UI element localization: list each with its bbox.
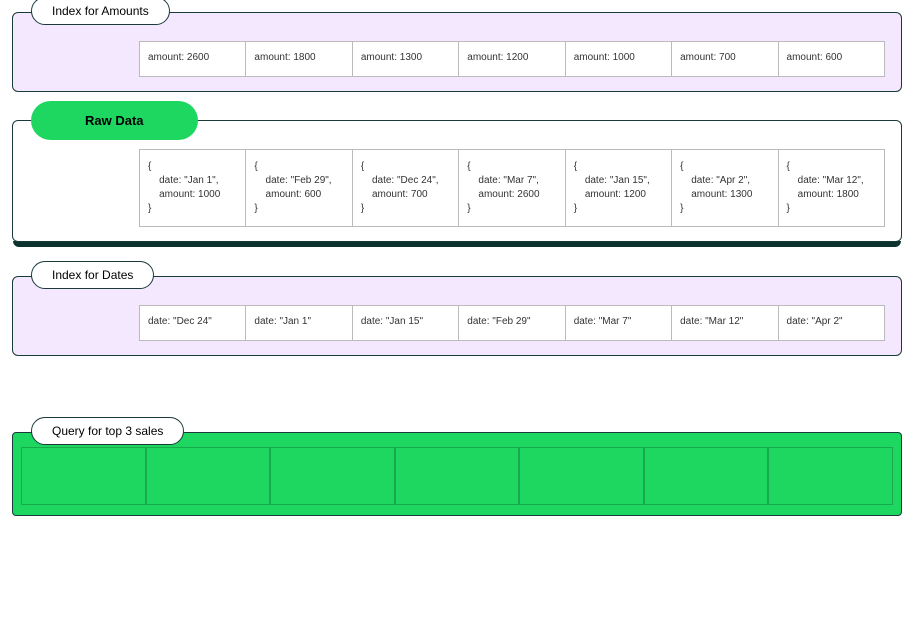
amount-index-panel: Index for Amounts amount: 2600 amount: 1… [12, 12, 902, 92]
raw-cell: { date: "Mar 12", amount: 1800 } [779, 149, 885, 227]
query-cell [644, 447, 769, 505]
date-cell: date: "Apr 2" [779, 305, 885, 341]
query-cell [395, 447, 520, 505]
raw-cell: { date: "Feb 29", amount: 600 } [246, 149, 352, 227]
raw-cell: { date: "Dec 24", amount: 700 } [353, 149, 459, 227]
date-index-label: Index for Dates [31, 261, 154, 289]
raw-data-label: Raw Data [31, 101, 198, 140]
query-cell [146, 447, 271, 505]
query-cell [768, 447, 893, 505]
query-cell [270, 447, 395, 505]
amount-cell: amount: 1800 [246, 41, 352, 77]
date-cell: date: "Dec 24" [139, 305, 246, 341]
date-index-row: date: "Dec 24" date: "Jan 1" date: "Jan … [139, 305, 885, 341]
raw-cell: { date: "Apr 2", amount: 1300 } [672, 149, 778, 227]
raw-cell: { date: "Jan 1", amount: 1000 } [139, 149, 246, 227]
amount-cell: amount: 2600 [139, 41, 246, 77]
amount-index-label: Index for Amounts [31, 0, 170, 25]
query-label: Query for top 3 sales [31, 417, 184, 445]
date-cell: date: "Mar 7" [566, 305, 672, 341]
raw-cell: { date: "Jan 15", amount: 1200 } [566, 149, 672, 227]
query-cell [519, 447, 644, 505]
amount-index-row: amount: 2600 amount: 1800 amount: 1300 a… [139, 41, 885, 77]
raw-cell: { date: "Mar 7", amount: 2600 } [459, 149, 565, 227]
query-cell [21, 447, 146, 505]
amount-cell: amount: 600 [779, 41, 885, 77]
amount-cell: amount: 700 [672, 41, 778, 77]
date-cell: date: "Jan 15" [353, 305, 459, 341]
raw-data-panel: Raw Data { date: "Jan 1", amount: 1000 }… [12, 120, 902, 242]
date-index-panel: Index for Dates date: "Dec 24" date: "Ja… [12, 276, 902, 356]
amount-cell: amount: 1000 [566, 41, 672, 77]
date-cell: date: "Mar 12" [672, 305, 778, 341]
amount-cell: amount: 1200 [459, 41, 565, 77]
query-row [21, 447, 893, 505]
query-panel: Query for top 3 sales [12, 432, 902, 516]
date-cell: date: "Feb 29" [459, 305, 565, 341]
amount-cell: amount: 1300 [353, 41, 459, 77]
raw-data-row: { date: "Jan 1", amount: 1000 } { date: … [139, 149, 885, 227]
date-cell: date: "Jan 1" [246, 305, 352, 341]
